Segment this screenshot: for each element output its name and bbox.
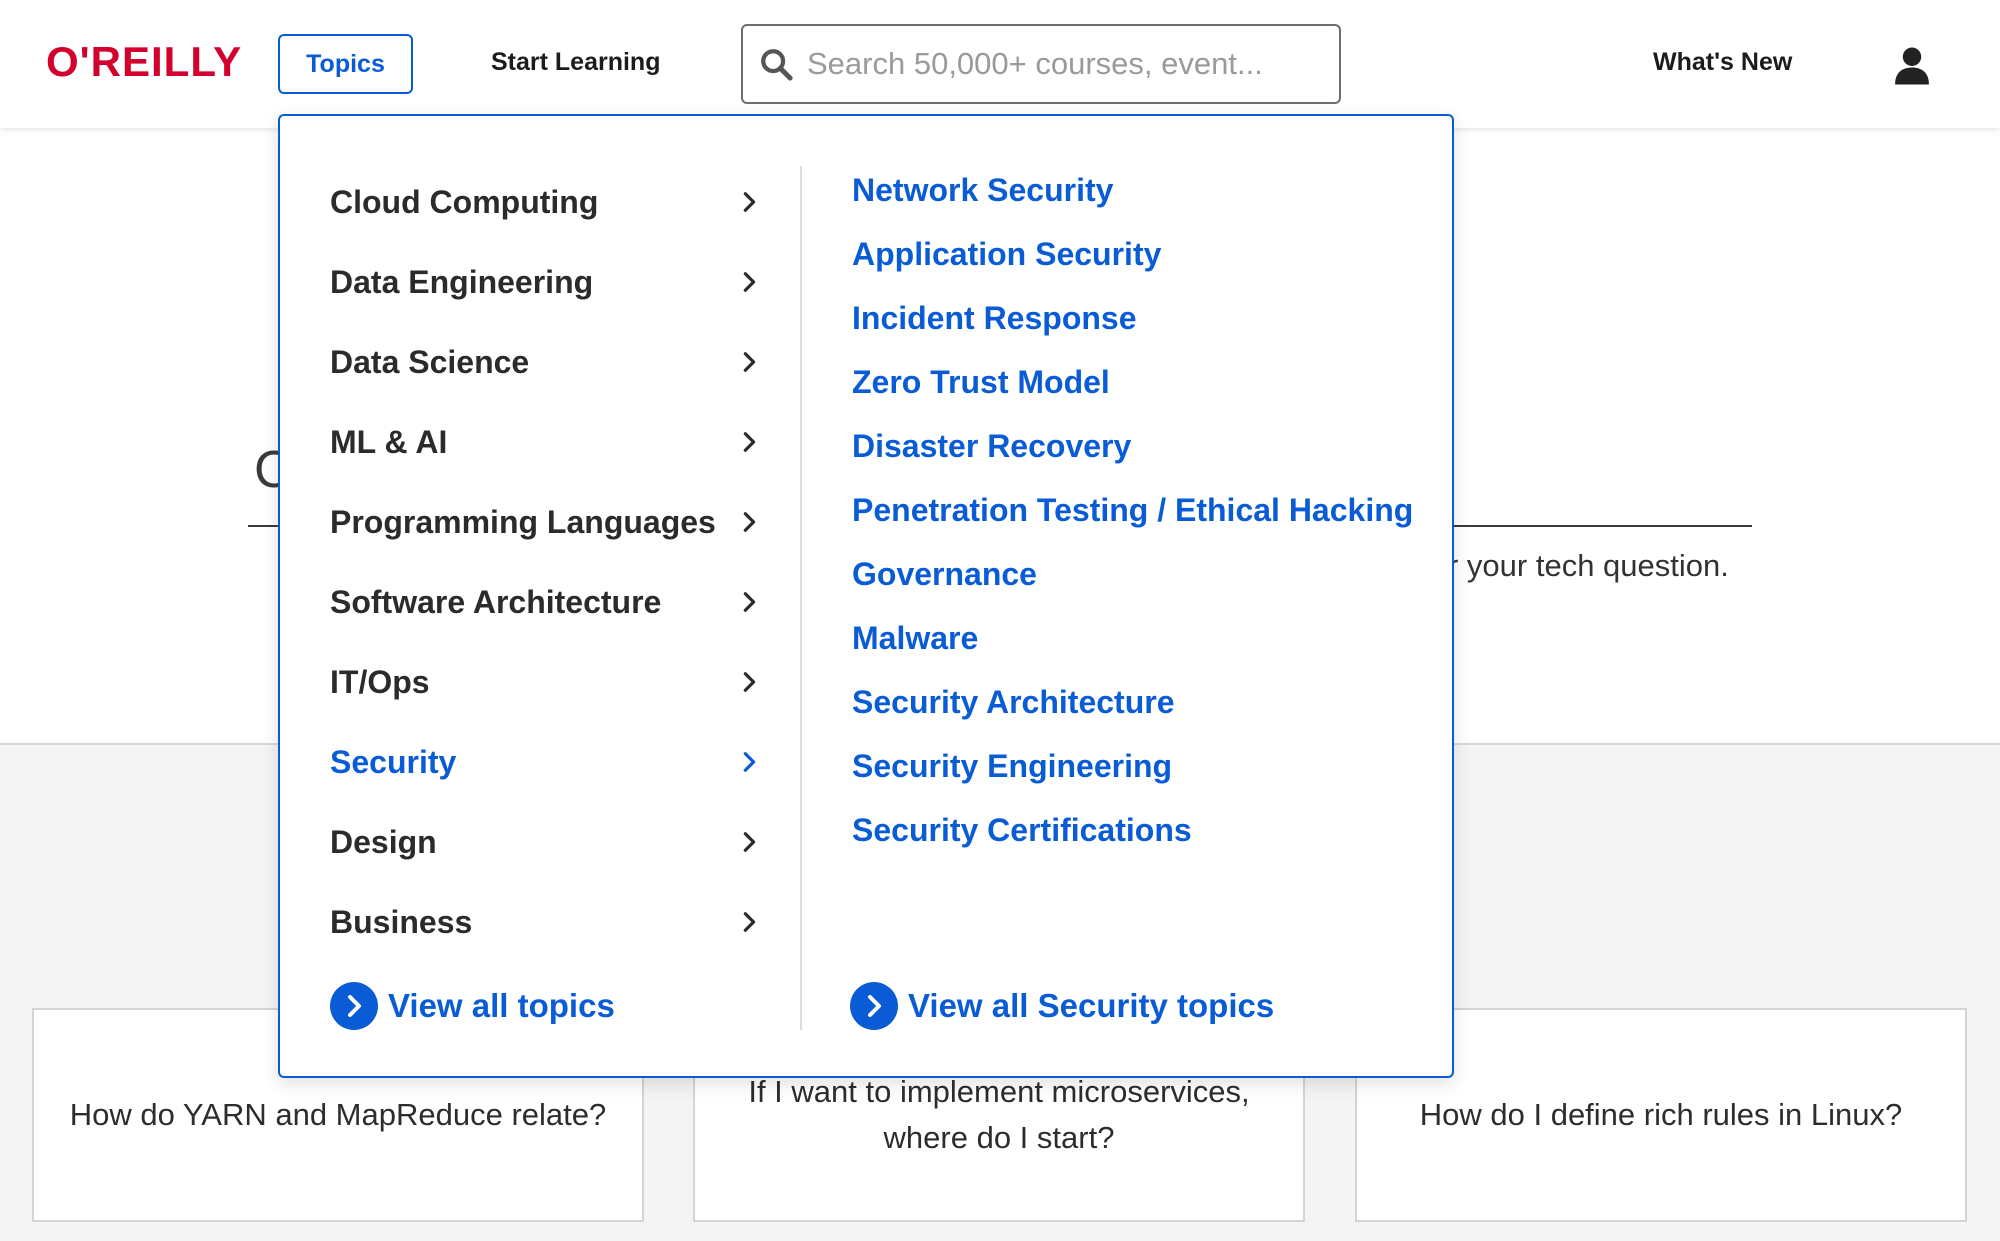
chevron-right-icon (743, 192, 756, 212)
chevron-right-icon (743, 832, 756, 852)
subtopic-link[interactable]: Security Architecture (852, 670, 1432, 734)
category-label: Business (330, 903, 473, 940)
subtopic-link[interactable]: Application Security (852, 222, 1432, 286)
category-list: Cloud Computing Data Engineering Data Sc… (330, 162, 760, 962)
subtopic-link[interactable]: Zero Trust Model (852, 350, 1432, 414)
user-icon[interactable] (1893, 46, 1931, 86)
search-input[interactable] (807, 46, 1327, 82)
subtopic-link[interactable]: Malware (852, 606, 1432, 670)
chevron-right-icon (743, 912, 756, 932)
chevron-right-icon (743, 672, 756, 692)
dropdown-divider (800, 166, 802, 1030)
category-item[interactable]: Cloud Computing (330, 162, 760, 242)
category-label: Data Science (330, 343, 530, 380)
view-all-topics-link[interactable]: View all topics (330, 982, 615, 1030)
view-all-security-topics-label: View all Security topics (908, 987, 1275, 1024)
view-all-security-topics-link[interactable]: View all Security topics (850, 982, 1274, 1030)
chevron-right-icon (743, 512, 756, 532)
view-all-topics-label: View all topics (388, 987, 615, 1024)
category-item[interactable]: Design (330, 802, 760, 882)
subtopic-link[interactable]: Security Engineering (852, 734, 1432, 798)
category-label: Cloud Computing (330, 183, 599, 220)
category-label: Software Architecture (330, 583, 662, 620)
subtopic-link[interactable]: Disaster Recovery (852, 414, 1432, 478)
category-label: Security (330, 743, 457, 780)
chevron-right-icon (743, 352, 756, 372)
category-item[interactable]: Business (330, 882, 760, 962)
category-item[interactable]: Programming Languages (330, 482, 760, 562)
subtopic-link[interactable]: Security Certifications (852, 798, 1432, 862)
page: O'REILLY Topics Start Learning What's Ne… (0, 0, 2000, 1241)
start-learning-link[interactable]: Start Learning (491, 48, 660, 77)
category-item[interactable]: IT/Ops (330, 642, 760, 722)
category-item[interactable]: ML & AI (330, 402, 760, 482)
category-item[interactable]: Software Architecture (330, 562, 760, 642)
chevron-right-icon (743, 592, 756, 612)
circle-chevron-right-icon (330, 982, 378, 1030)
oreilly-logo[interactable]: O'REILLY (46, 38, 242, 86)
chevron-right-icon (743, 432, 756, 452)
subtopic-link[interactable]: Network Security (852, 158, 1432, 222)
category-label: IT/Ops (330, 663, 430, 700)
category-label: Programming Languages (330, 503, 716, 540)
category-item[interactable]: Data Engineering (330, 242, 760, 322)
category-label: Data Engineering (330, 263, 594, 300)
subtopic-list: Network Security Application Security In… (852, 158, 1432, 862)
category-item-security[interactable]: Security (330, 722, 760, 802)
chevron-right-icon (743, 272, 756, 292)
subtopic-link[interactable]: Penetration Testing / Ethical Hacking (852, 478, 1432, 542)
category-item[interactable]: Data Science (330, 322, 760, 402)
subtopic-link[interactable]: Incident Response (852, 286, 1432, 350)
hero-subtext: r your tech question. (1448, 548, 1729, 583)
chevron-right-icon (743, 752, 756, 772)
search-box[interactable] (741, 24, 1341, 104)
search-icon (761, 49, 793, 81)
top-nav-bar: O'REILLY Topics Start Learning What's Ne… (0, 0, 2000, 128)
category-label: ML & AI (330, 423, 448, 460)
circle-chevron-right-icon (850, 982, 898, 1030)
category-label: Design (330, 823, 437, 860)
whats-new-link[interactable]: What's New (1653, 48, 1792, 77)
topics-dropdown: Cloud Computing Data Engineering Data Sc… (278, 114, 1454, 1078)
subtopic-link[interactable]: Governance (852, 542, 1432, 606)
topics-button[interactable]: Topics (278, 34, 413, 94)
